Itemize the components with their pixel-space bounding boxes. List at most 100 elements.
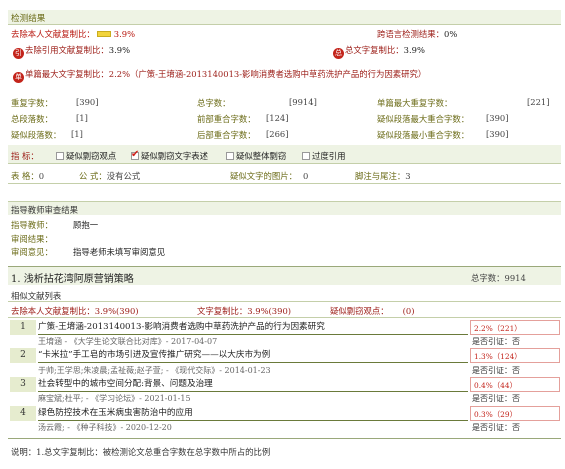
indicator-text: 疑似剽窃观点	[66, 151, 117, 161]
single-max-row: 单单篇最大文字复制比：2.2%（广策-王堉涵-2013140013-影响消费者选…	[13, 68, 426, 83]
notes-value: 3	[405, 171, 411, 181]
plagiarism-label: 疑似剽窃观点：	[330, 306, 389, 316]
stat-value: [9914]	[289, 97, 317, 107]
section-word-count: 总字数：9914	[471, 273, 526, 283]
self-excluded-value: 3.9%	[113, 29, 136, 39]
divider	[8, 317, 561, 318]
stat-label: 总字数：	[197, 98, 231, 108]
table-label: 表 格：	[11, 171, 39, 181]
list-copy-ratio: 文字复制比：3.9%(390)	[197, 306, 292, 316]
doc-percent: 1.3%（124）	[470, 348, 560, 363]
cross-language-label: 跨语言检测结果：	[377, 29, 444, 39]
section-title: 1. 浅析拈花湾阿原营销策略	[11, 274, 134, 285]
divider	[8, 163, 561, 164]
result-label: 审阅结果：	[11, 234, 53, 244]
indicator-text: 疑似整体剽窃	[236, 151, 287, 161]
total-row: 总总文字复制比：3.9%	[333, 44, 425, 59]
images-row: 疑似文字的图片： 0	[230, 170, 308, 182]
indicator-text: 过度引用	[312, 151, 346, 161]
stat-max-para-overlap: 疑似段落最大重合字数：	[377, 113, 469, 125]
list-self-excluded: 去除本人文献复制比：3.9%(390)	[11, 306, 139, 316]
indicator-label: 指 标：	[11, 151, 39, 161]
doc-percent: 0.4%（44）	[470, 377, 560, 392]
doc-number: 1	[10, 320, 36, 335]
single-badge-icon: 单	[13, 72, 24, 83]
stat-value: [390]	[486, 113, 509, 123]
indicator-option[interactable]: 疑似剽窃观点	[56, 150, 116, 162]
advisor-band	[8, 202, 561, 215]
page-title: 检测结果	[11, 14, 46, 24]
cite-excluded-row: 引去除引用文献复制比：3.9%	[13, 44, 130, 59]
stat-label: 总段落数：	[11, 114, 53, 124]
stat-label: 单篇最大重复字数：	[377, 98, 453, 108]
single-title: （广策-王堉涵-2013140013-影响消费者选购中草药洗护产品的行为因素研究…	[130, 69, 427, 79]
stat-value: [266]	[266, 129, 289, 139]
notes-label: 脚注与尾注：	[355, 171, 406, 181]
plagiarism-value: (0)	[402, 306, 415, 316]
header-band	[8, 10, 561, 24]
teacher-value: 顾抱一	[73, 220, 99, 230]
stat-front-overlap: 前部重合字数：	[197, 113, 256, 125]
divider	[8, 438, 561, 439]
stat-label: 疑似段落最小重合字数：	[377, 130, 470, 140]
stat-value: [1]	[76, 113, 88, 123]
doc-source: 麻宝斌;杜平; - 《学习论坛》- 2021-01-15	[38, 394, 191, 403]
single-label: 单篇最大文字复制比：	[25, 69, 109, 79]
indicator-text: 疑似剽窃文字表述	[141, 151, 208, 161]
stat-label: 前部重合字数：	[197, 114, 256, 124]
teacher-label: 指导教师：	[11, 220, 53, 230]
opinion-value: 指导老师未填写审阅意见	[73, 247, 166, 257]
cite-excluded-label: 去除引用文献复制比：	[25, 45, 109, 55]
stat-single-max: 单篇最大重复字数：	[377, 97, 452, 109]
notes-row: 脚注与尾注：3	[355, 170, 411, 182]
doc-title-link[interactable]: “卡米拉”手工皂的市场引进及宣传推广研究——以大庆市为例	[38, 348, 468, 363]
stat-value: [221]	[527, 97, 550, 107]
doc-title-link[interactable]: 绿色防控技术在玉米病虫害防治中的应用	[38, 406, 468, 421]
cross-language-value: 0%	[444, 29, 458, 39]
doc-number: 3	[10, 377, 36, 392]
doc-citation: 是否引证：否	[472, 337, 520, 346]
formula-value: 没有公式	[106, 171, 141, 181]
images-value: 0	[303, 171, 309, 181]
stat-value: [390]	[76, 97, 99, 107]
cross-language-row: 跨语言检测结果：0%	[377, 28, 457, 40]
doc-source: 汤云霞; - 《种子科技》- 2020-12-20	[38, 423, 172, 432]
total-badge-icon: 总	[333, 48, 344, 59]
doc-source: 于帅;王学思;朱凌晨;孟祉薇;赵子萱; - 《现代交际》- 2014-01-23	[38, 366, 271, 375]
stat-label: 疑似段落数：	[11, 130, 62, 140]
stat-total-words: 总字数：	[197, 97, 231, 109]
indicator-option[interactable]: 疑似剽窃文字表述	[131, 149, 208, 162]
opinion-label: 审阅意见：	[11, 247, 53, 257]
list-plagiarism: 疑似剽窃观点： (0)	[330, 305, 415, 317]
stat-value: [124]	[266, 113, 289, 123]
indicator-option[interactable]: 疑似整体剽窃	[226, 150, 286, 162]
stat-value: [390]	[486, 129, 509, 139]
ratio-bar	[96, 31, 111, 37]
stat-value: [1]	[71, 129, 83, 139]
single-value: 2.2%	[108, 69, 131, 79]
cite-excluded-value: 3.9%	[108, 45, 131, 55]
stat-label: 疑似段落最大重合字数：	[377, 114, 470, 124]
footer-note: 说明：1.总文字复制比：被检测论文总重合字数在总字数中所占的比例	[11, 447, 271, 457]
doc-citation: 是否引证：否	[472, 423, 520, 432]
formula-label: 公 式：	[79, 171, 107, 181]
doc-citation: 是否引证：否	[472, 366, 520, 375]
total-value: 3.9%	[403, 45, 425, 55]
doc-title-link[interactable]: 广策-王堉涵-2013140013-影响消费者选购中草药洗护产品的行为因素研究	[38, 320, 468, 335]
checked-checkbox-icon[interactable]	[131, 149, 139, 160]
formula-row: 公 式：没有公式	[79, 170, 140, 182]
doc-source: 王堉涵 - 《大学生论文联合比对库》- 2017-04-07	[38, 337, 218, 346]
checkbox-icon[interactable]	[226, 152, 234, 160]
doc-percent: 0.3%（29）	[470, 406, 560, 421]
doc-title-link[interactable]: 社会转型中的城市空间分配:背景、问题及治理	[38, 377, 468, 392]
checkbox-icon[interactable]	[302, 152, 310, 160]
indicator-option[interactable]: 过度引用	[302, 150, 346, 162]
self-excluded-label: 去除本人文献复制比：	[11, 29, 95, 39]
divider	[8, 183, 561, 184]
checkbox-icon[interactable]	[56, 152, 64, 160]
divider	[8, 24, 561, 25]
images-label: 疑似文字的图片：	[230, 171, 297, 181]
stat-min-para-overlap: 疑似段落最小重合字数：	[377, 129, 469, 141]
stat-label: 后部重合字数：	[197, 130, 256, 140]
doc-number: 4	[10, 406, 36, 421]
